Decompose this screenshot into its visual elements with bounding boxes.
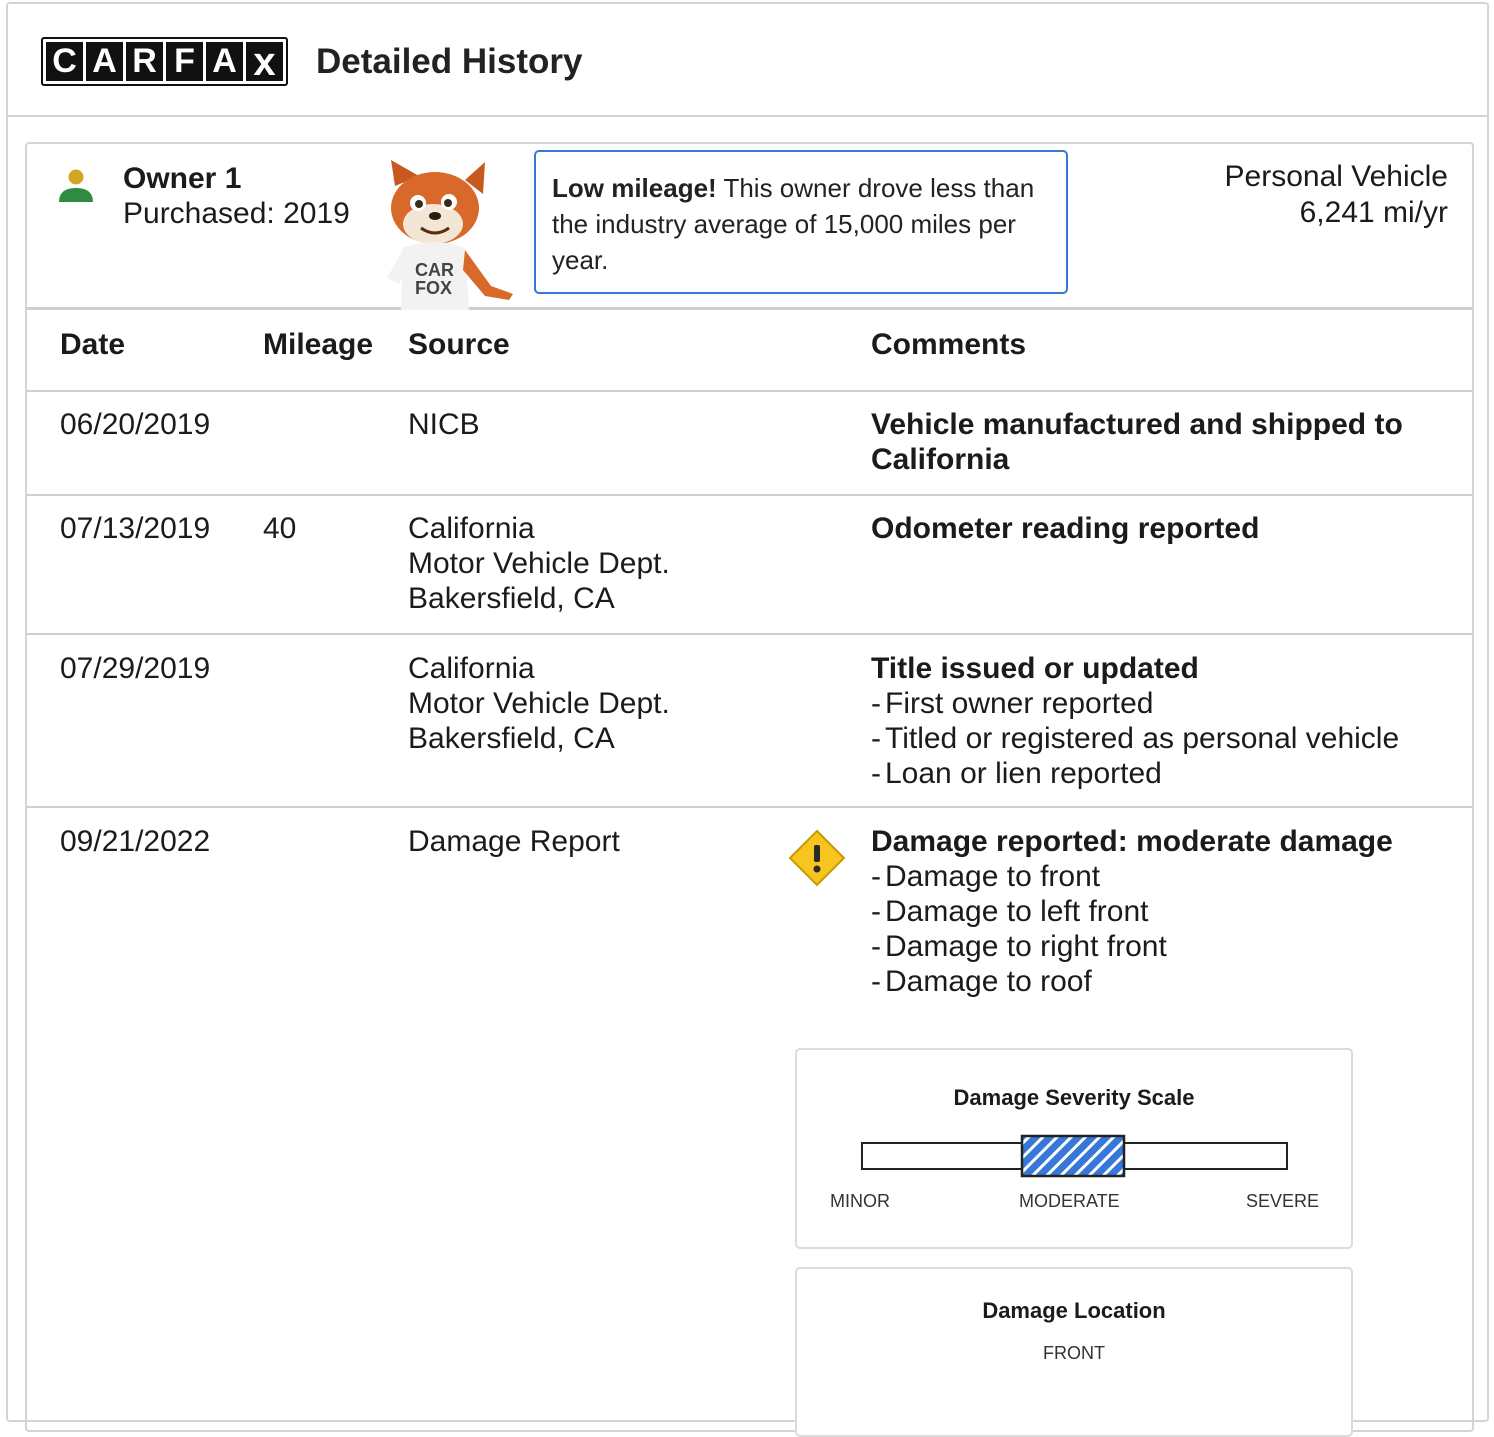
row-comment-title: Vehicle manufactured and shipped to Cali… <box>871 408 1403 476</box>
owner-summary: Owner 1 Purchased: 2019 CAR FOX Low mile… <box>27 144 1472 310</box>
row-divider <box>27 806 1472 808</box>
svg-text:CAR: CAR <box>415 260 454 280</box>
low-mileage-callout: Low mileage! This owner drove less than … <box>534 150 1068 294</box>
source-line: California <box>408 652 535 685</box>
owner-section: Owner 1 Purchased: 2019 CAR FOX Low mile… <box>25 142 1474 1437</box>
comment-item: - Damage to left front <box>871 894 1393 929</box>
comment-item-text: First owner reported <box>885 687 1154 720</box>
report-header: C A R F A x Detailed History <box>8 4 1487 117</box>
row-comment-title: Title issued or updated <box>871 652 1199 685</box>
low-mileage-heading: Low mileage! <box>552 173 717 203</box>
car-fox-mascot-icon: CAR FOX <box>387 160 513 310</box>
comment-item: - Damage to roof <box>871 964 1393 999</box>
row-mileage: 40 <box>263 512 297 545</box>
row-source: California Motor Vehicle Dept. Bakersfie… <box>408 511 670 616</box>
comment-item-text: Damage to front <box>885 860 1101 893</box>
damage-location-panel: Damage Location FRONT <box>795 1267 1353 1437</box>
row-date: 07/29/2019 <box>60 652 211 685</box>
severity-moderate-segment <box>1020 1134 1126 1178</box>
damage-severity-title: Damage Severity Scale <box>953 1085 1195 1110</box>
column-header-source: Source <box>408 328 510 361</box>
header-divider <box>27 390 1472 392</box>
severity-label-moderate: MODERATE <box>1019 1191 1120 1211</box>
row-comment-title: Odometer reading reported <box>871 512 1260 545</box>
damage-location-value: FRONT <box>1043 1343 1105 1363</box>
row-source: NICB <box>408 408 480 441</box>
comment-item-text: Titled or registered as personal vehicle <box>885 722 1400 755</box>
logo-letter: x <box>246 42 283 82</box>
source-line: California <box>408 512 535 545</box>
comment-item-text: Damage to right front <box>885 930 1167 963</box>
bullet-dash: - <box>871 722 881 755</box>
source-line: Bakersfield, CA <box>408 722 615 755</box>
logo-letter: F <box>166 42 203 81</box>
svg-text:FOX: FOX <box>415 278 452 298</box>
comment-item: - Damage to right front <box>871 929 1393 964</box>
severity-label-minor: MINOR <box>830 1191 890 1211</box>
source-line: Motor Vehicle Dept. <box>408 687 670 720</box>
bullet-dash: - <box>871 687 881 720</box>
warning-icon <box>788 829 846 887</box>
damage-severity-panel: Damage Severity Scale MINOR MODERATE SEV… <box>795 1048 1353 1249</box>
report-frame: C A R F A x Detailed History Owner 1 Pur… <box>6 2 1489 1437</box>
source-line: Bakersfield, CA <box>408 582 615 615</box>
source-line: Motor Vehicle Dept. <box>408 547 670 580</box>
annual-mileage: 6,241 mi/yr <box>1299 196 1448 229</box>
logo-letter: A <box>86 42 123 81</box>
row-divider <box>27 633 1472 635</box>
comment-item: - First owner reported <box>871 686 1399 721</box>
severity-label-severe: SEVERE <box>1246 1191 1320 1211</box>
comment-item: - Loan or lien reported <box>871 756 1399 791</box>
comment-item: - Damage to front <box>871 859 1393 894</box>
bullet-dash: - <box>871 965 881 998</box>
logo-letter: R <box>126 42 163 81</box>
carfax-logo: C A R F A x <box>41 37 288 86</box>
row-comments: Damage reported: moderate damage - Damage… <box>871 824 1393 999</box>
column-header-mileage: Mileage <box>263 328 374 361</box>
comment-item-text: Damage to roof <box>885 965 1092 998</box>
page-title: Detailed History <box>316 42 583 81</box>
owner-name: Owner 1 <box>123 162 242 195</box>
row-source: California Motor Vehicle Dept. Bakersfie… <box>408 651 670 756</box>
owner-person-icon <box>59 169 93 202</box>
bullet-dash: - <box>871 860 881 893</box>
bullet-dash: - <box>871 895 881 928</box>
row-date: 07/13/2019 <box>60 512 211 545</box>
bullet-dash: - <box>871 930 881 963</box>
comment-item-text: Loan or lien reported <box>885 757 1162 790</box>
column-header-comments: Comments <box>871 328 1027 361</box>
comment-item-text: Damage to left front <box>885 895 1149 928</box>
logo-letter: C <box>46 42 83 81</box>
bullet-dash: - <box>871 757 881 790</box>
vehicle-use-type: Personal Vehicle <box>1224 160 1448 193</box>
column-header-date: Date <box>60 328 126 361</box>
row-divider <box>27 494 1472 496</box>
row-date: 06/20/2019 <box>60 408 211 441</box>
row-comments: Title issued or updated - First owner rep… <box>871 651 1399 791</box>
row-comment-title: Damage reported: moderate damage <box>871 825 1393 858</box>
comment-item: - Titled or registered as personal vehicl… <box>871 721 1399 756</box>
owner-purchase-year: Purchased: 2019 <box>123 197 350 230</box>
damage-location-title: Damage Location <box>982 1298 1166 1323</box>
row-date: 09/21/2022 <box>60 825 211 858</box>
row-source: Damage Report <box>408 825 620 858</box>
severity-scale-bar <box>861 1134 1288 1178</box>
logo-letter: A <box>206 42 243 81</box>
